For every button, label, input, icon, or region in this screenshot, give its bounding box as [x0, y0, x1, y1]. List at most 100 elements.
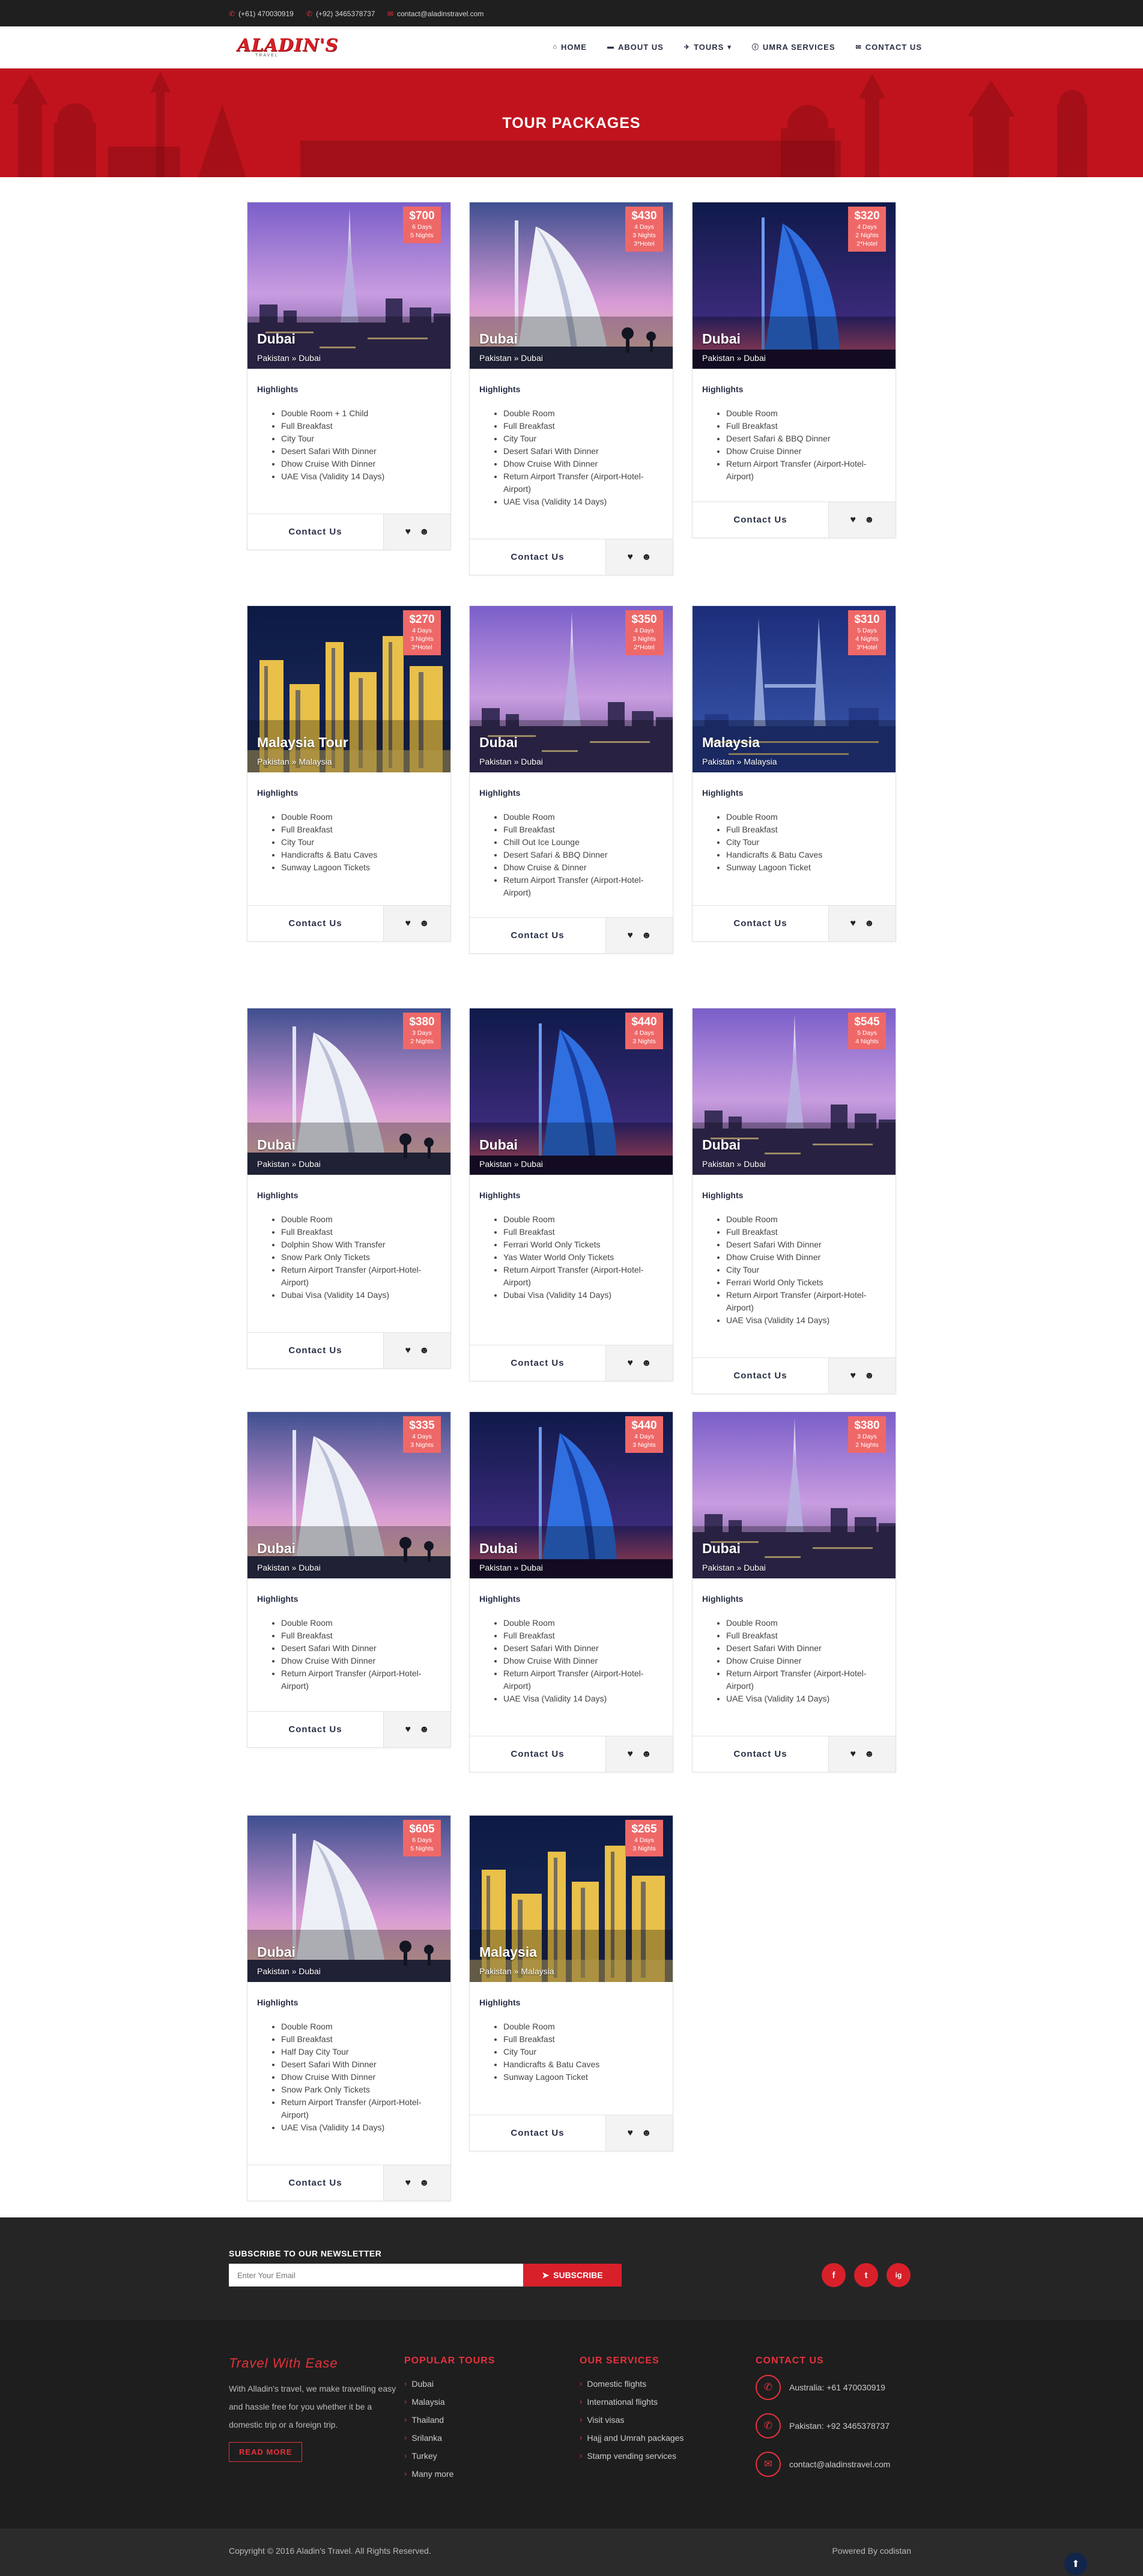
heart-icon[interactable]: ♥	[850, 918, 856, 929]
footer-service-link[interactable]: › Stamp vending services	[580, 2447, 684, 2465]
contact-us-button[interactable]: Contact Us	[470, 1736, 605, 1772]
heart-icon[interactable]: ♥	[627, 2128, 633, 2139]
footer-service-link[interactable]: › Domestic flights	[580, 2375, 684, 2393]
group-icon[interactable]: ☻	[864, 1371, 875, 1381]
group-icon[interactable]: ☻	[419, 1345, 429, 1356]
contact-us-button[interactable]: Contact Us	[470, 918, 605, 953]
tour-image[interactable]: $270 4 Days 3 Nights 3*Hotel Malaysia Tour…	[247, 606, 450, 772]
group-icon[interactable]: ☻	[864, 918, 875, 929]
heart-icon[interactable]: ♥	[850, 1749, 856, 1760]
nav-home[interactable]: ⌂ HOME	[553, 42, 587, 52]
contact-us-button[interactable]: Contact Us	[247, 2165, 383, 2201]
tour-image[interactable]: $380 3 Days 2 Nights Dubai Pakistan » Dub…	[693, 1412, 896, 1578]
heart-icon[interactable]: ♥	[627, 1358, 633, 1369]
footer-tour-link[interactable]: › Dubai	[404, 2375, 495, 2393]
heart-icon[interactable]: ♥	[627, 930, 633, 941]
heart-icon[interactable]: ♥	[405, 1724, 411, 1735]
tour-image[interactable]: $350 4 Days 3 Nights 2*Hotel Dubai Pakista…	[470, 606, 673, 772]
footer-tour-link[interactable]: › Thailand	[404, 2411, 495, 2429]
email-link[interactable]: ✉ contact@aladinstravel.com	[387, 10, 484, 18]
tour-image[interactable]: $380 3 Days 2 Nights Dubai Pakistan » Dub…	[247, 1008, 450, 1175]
nav-contact[interactable]: ✉ CONTACT US	[856, 42, 922, 52]
price-value: $350	[631, 613, 657, 626]
contact-us-button[interactable]: Contact Us	[247, 1712, 383, 1747]
group-icon[interactable]: ☻	[641, 1749, 652, 1760]
heart-icon[interactable]: ♥	[850, 515, 856, 526]
highlights-list: Double RoomFull BreakfastDesert Safari W…	[702, 1213, 886, 1327]
top-bar: ✆ (+61) 470030919 ✆ (+92) 3465378737 ✉ cont…	[0, 0, 1143, 26]
contact-us-button[interactable]: Contact Us	[247, 514, 383, 550]
contact-email[interactable]: ✉ contact@aladinstravel.com	[756, 2452, 890, 2477]
group-icon[interactable]: ☻	[641, 1358, 652, 1369]
tour-image[interactable]: $440 4 Days 3 Nights Dubai Pakistan » Dub…	[470, 1008, 673, 1175]
highlight-item: Sunway Lagoon Ticket	[503, 2071, 663, 2084]
tour-image[interactable]: $430 4 Days 3 Nights 3*Hotel Dubai Pakista…	[470, 202, 673, 369]
group-icon[interactable]: ☻	[419, 527, 429, 538]
chevron-right-icon: ›	[404, 2415, 407, 2424]
contact-us-button[interactable]: Contact Us	[247, 1333, 383, 1368]
subscribe-button[interactable]: ➤ SUBSCRIBE	[523, 2264, 622, 2287]
contact-us-button[interactable]: Contact Us	[693, 906, 828, 941]
contact-us-button[interactable]: Contact Us	[470, 2115, 605, 2151]
card-actions: ♥ ☻	[383, 1712, 450, 1747]
heart-icon[interactable]: ♥	[627, 552, 633, 563]
group-icon[interactable]: ☻	[864, 1749, 875, 1760]
heart-icon[interactable]: ♥	[850, 1371, 856, 1381]
back-to-top-arrow-icon[interactable]: ⬆	[1064, 2553, 1087, 2575]
twitter-icon[interactable]: t	[854, 2263, 878, 2287]
contact-us-button[interactable]: Contact Us	[693, 502, 828, 538]
heart-icon[interactable]: ♥	[405, 918, 411, 929]
group-icon[interactable]: ☻	[641, 552, 652, 563]
contact-us-button[interactable]: Contact Us	[693, 1358, 828, 1393]
footer-tour-link[interactable]: › Srilanka	[404, 2429, 495, 2447]
nav-umra[interactable]: ⓘ UMRA SERVICES	[752, 42, 835, 52]
group-icon[interactable]: ☻	[641, 2128, 652, 2139]
tour-image[interactable]: $310 5 Days 4 Nights 3*Hotel Malaysia Paki…	[693, 606, 896, 772]
group-icon[interactable]: ☻	[419, 1724, 429, 1735]
group-icon[interactable]: ☻	[419, 2178, 429, 2189]
facebook-icon[interactable]: f	[822, 2263, 846, 2287]
duration-text: 4 Days	[412, 627, 432, 634]
chevron-right-icon: ›	[580, 2451, 583, 2460]
tour-image[interactable]: $320 4 Days 2 Nights 2*Hotel Dubai Pakista…	[693, 202, 896, 369]
chevron-right-icon: ›	[404, 2451, 407, 2460]
tour-image[interactable]: $335 4 Days 3 Nights Dubai Pakistan » Dub…	[247, 1412, 450, 1578]
tour-image[interactable]: $545 5 Days 4 Nights Dubai Pakistan » Dub…	[693, 1008, 896, 1175]
contact-us-button[interactable]: Contact Us	[247, 906, 383, 941]
nav-tours-label: TOURS	[694, 42, 724, 52]
highlight-item: Sunway Lagoon Tickets	[281, 861, 441, 874]
newsletter-email-input[interactable]	[229, 2264, 523, 2287]
group-icon[interactable]: ☻	[641, 930, 652, 941]
nav-about[interactable]: ▬ ABOUT US	[607, 42, 664, 52]
envelope-icon: ✉	[855, 43, 862, 51]
contact-pakistan[interactable]: ✆ Pakistan: +92 3465378737	[756, 2413, 890, 2438]
heart-icon[interactable]: ♥	[627, 1749, 633, 1760]
footer-service-link[interactable]: › International flights	[580, 2393, 684, 2411]
phone-1[interactable]: ✆ (+61) 470030919	[229, 10, 294, 18]
contact-us-button[interactable]: Contact Us	[470, 1345, 605, 1381]
tour-image[interactable]: $605 6 Days 5 Nights Dubai Pakistan » Dub…	[247, 1816, 450, 1982]
highlights-heading: Highlights	[257, 1594, 299, 1604]
heart-icon[interactable]: ♥	[405, 527, 411, 538]
footer-service-link[interactable]: › Hajj and Umrah packages	[580, 2429, 684, 2447]
contact-us-button[interactable]: Contact Us	[470, 539, 605, 575]
instagram-icon[interactable]: ig	[887, 2263, 911, 2287]
heart-icon[interactable]: ♥	[405, 2178, 411, 2189]
group-icon[interactable]: ☻	[864, 515, 875, 526]
contact-australia[interactable]: ✆ Australia: +61 470030919	[756, 2375, 890, 2400]
contact-us-button[interactable]: Contact Us	[693, 1736, 828, 1772]
phone-2[interactable]: ✆ (+92) 3465378737	[306, 10, 375, 18]
nav-tours[interactable]: ✈ TOURS ▾	[684, 42, 732, 52]
card-actions: ♥ ☻	[828, 1358, 896, 1393]
footer-tour-link[interactable]: › Malaysia	[404, 2393, 495, 2411]
heart-icon[interactable]: ♥	[405, 1345, 411, 1356]
tour-image[interactable]: $440 4 Days 3 Nights Dubai Pakistan » Dub…	[470, 1412, 673, 1578]
footer-tour-link[interactable]: › Turkey	[404, 2447, 495, 2465]
tour-image[interactable]: $265 4 Days 3 Nights Malaysia Pakistan » …	[470, 1816, 673, 1982]
tour-image[interactable]: $700 6 Days 5 Nights Dubai Pakistan » Dub…	[247, 202, 450, 369]
footer-tour-link[interactable]: › Many more	[404, 2465, 495, 2483]
site-logo[interactable]: ALADIN'S TRAVEL	[237, 35, 339, 61]
group-icon[interactable]: ☻	[419, 918, 429, 929]
footer-service-link[interactable]: › Visit visas	[580, 2411, 684, 2429]
read-more-button[interactable]: READ MORE	[229, 2442, 303, 2462]
